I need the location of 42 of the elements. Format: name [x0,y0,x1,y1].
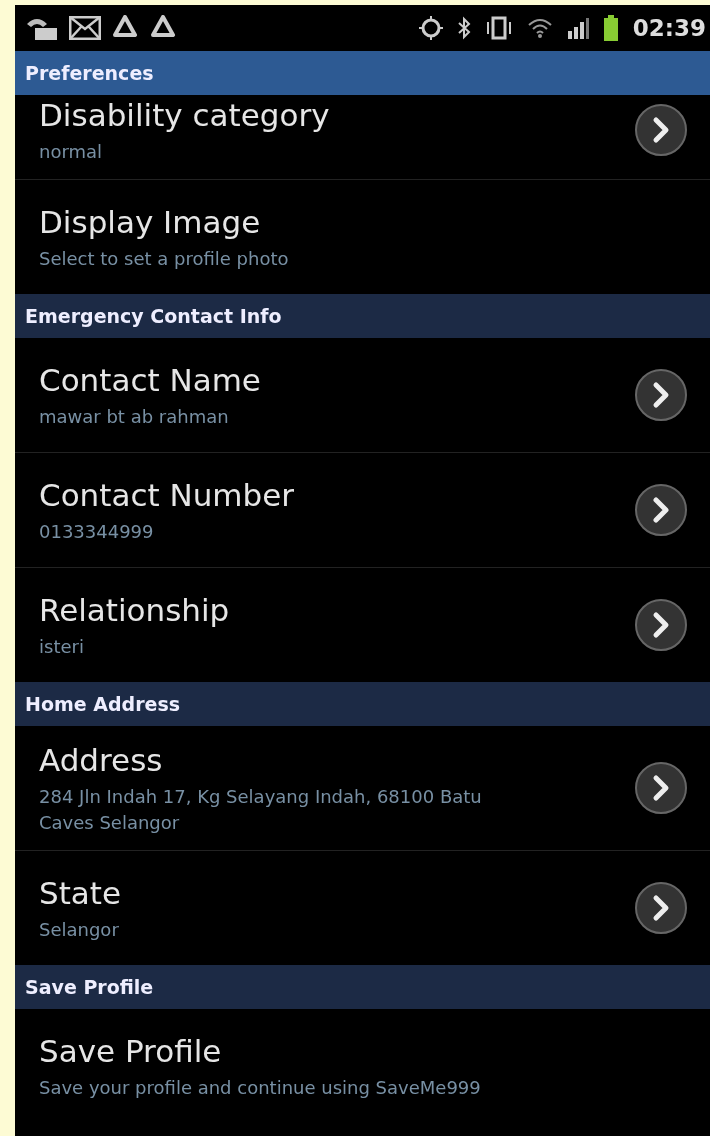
section-header: Preferences [15,51,710,95]
item-summary: Selangor [39,918,120,942]
preference-item[interactable]: Contact Number 0133344999 [15,453,710,568]
section-header: Save Profile [15,965,710,1009]
preference-item[interactable]: Relationship isteri [15,568,710,682]
preference-item[interactable]: Display Image Select to set a profile photo [15,180,710,294]
vibrate-icon [484,16,513,40]
preference-item[interactable]: State Selangor [15,851,710,965]
item-title: Relationship [39,591,231,630]
bluetooth-icon [456,16,471,40]
item-title: State [39,874,123,913]
preference-item[interactable]: Disability category normal [15,95,710,180]
item-title: Disability category [39,96,331,135]
section-header: Home Address [15,682,710,726]
preference-item[interactable]: Save Profile Save your profile and continue using SaveMe999 [15,1009,710,1123]
signal-icon [566,17,589,39]
item-summary: Select to set a profile photo [39,247,290,271]
chevron-icon [634,881,688,935]
item-title: Save Profile [39,1032,223,1071]
item-title: Display Image [39,203,262,242]
battery-icon [602,15,619,41]
chevron-icon [634,761,688,815]
clock-time: 02:39 [632,15,706,41]
item-summary: Save your profile and continue using SaveMe999 [39,1076,482,1100]
preference-item[interactable]: Address 284 Jln Indah 17, Kg Selayang Indah, 68100 Batu Caves Selangor [15,726,710,851]
mail-icon [69,16,101,40]
chevron-icon [634,368,688,422]
chevron-icon [634,598,688,652]
section-header: Emergency Contact Info [15,294,710,338]
gps-icon [418,16,443,40]
item-summary: 0133344999 [39,520,155,544]
item-title: Address [39,741,164,780]
item-title: Contact Number [39,476,295,515]
chevron-icon [634,103,688,157]
wifi-icon [526,17,553,39]
item-summary: 284 Jln Indah 17, Kg Selayang Indah, 68100 Batu Caves Selangor [39,785,483,835]
item-summary: mawar bt ab rahman [39,405,230,429]
item-summary: isteri [39,635,85,659]
preference-item[interactable]: Contact Name mawar bt ab rahman [15,338,710,453]
item-title: Contact Name [39,361,262,400]
chevron-icon [634,483,688,537]
item-summary: normal [39,140,104,164]
